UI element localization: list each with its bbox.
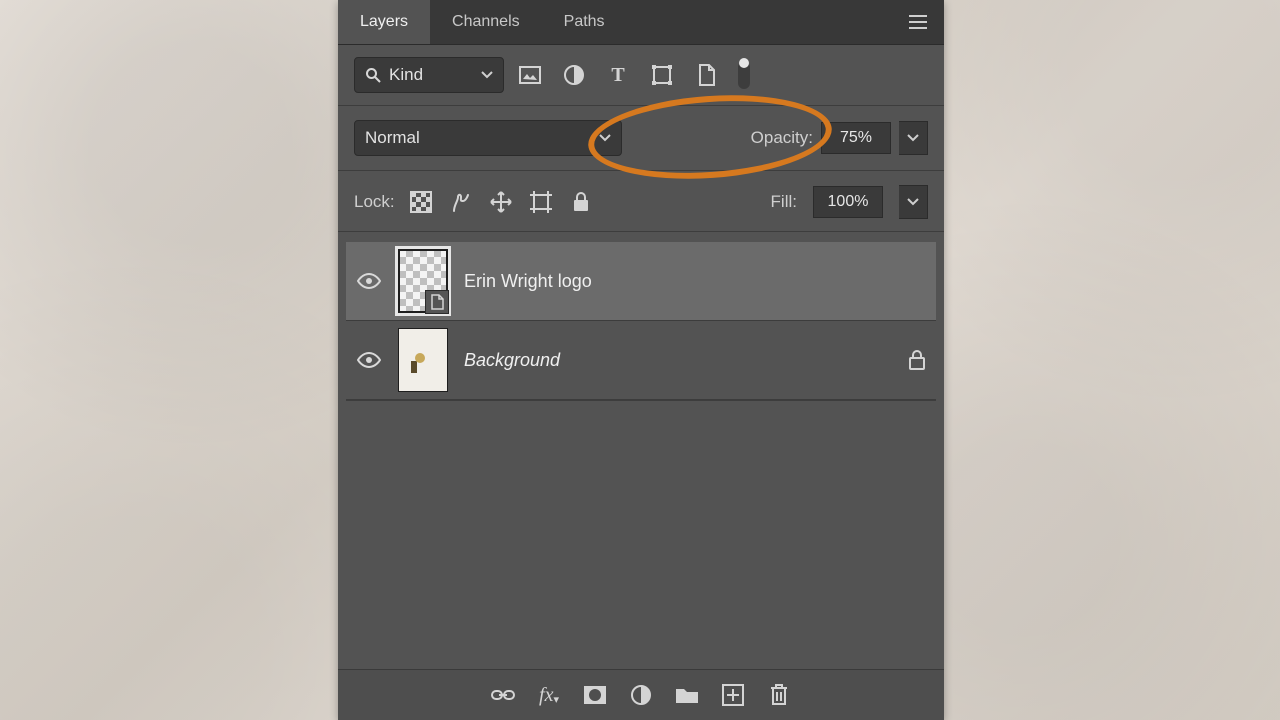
opacity-input[interactable]: 75%: [821, 122, 891, 154]
layer-thumbnail[interactable]: [398, 328, 448, 392]
layers-list: Erin Wright logo Background: [338, 232, 944, 401]
layer-lock-indicator: [908, 350, 926, 370]
chevron-down-icon: [599, 134, 611, 142]
link-layers-button[interactable]: [490, 682, 516, 708]
lock-transparency-icon[interactable]: [409, 190, 433, 214]
opacity-label: Opacity:: [751, 128, 813, 148]
lock-artboard-icon[interactable]: [529, 190, 553, 214]
new-adjustment-layer-button[interactable]: [628, 682, 654, 708]
blend-mode-value: Normal: [365, 128, 420, 148]
layer-row[interactable]: Erin Wright logo: [346, 242, 936, 321]
layer-row[interactable]: Background: [346, 321, 936, 400]
trash-icon: [769, 683, 789, 707]
visibility-toggle[interactable]: [356, 352, 382, 368]
panel-tabbar: Layers Channels Paths: [338, 0, 944, 45]
folder-icon: [675, 685, 699, 705]
adjustment-icon: [630, 684, 652, 706]
chevron-down-icon: [481, 71, 493, 79]
filter-pixel-icon[interactable]: [518, 63, 542, 87]
filter-row: Kind T: [338, 45, 944, 93]
lock-all-icon[interactable]: [569, 190, 593, 214]
tab-layers[interactable]: Layers: [338, 0, 430, 44]
new-group-button[interactable]: [674, 682, 700, 708]
filter-type-label: Kind: [389, 65, 423, 85]
layer-thumbnail[interactable]: [398, 249, 448, 313]
mask-icon: [583, 685, 607, 705]
panel-footer-toolbar: fx▾: [338, 669, 944, 720]
menu-icon: [909, 15, 927, 29]
search-icon: [365, 67, 381, 83]
layers-panel: Layers Channels Paths Kind T: [338, 0, 944, 720]
filter-toggle[interactable]: [738, 61, 750, 89]
tab-paths[interactable]: Paths: [542, 0, 627, 44]
layer-name[interactable]: Background: [464, 350, 560, 371]
eye-icon: [357, 352, 381, 368]
blend-mode-select[interactable]: Normal: [354, 120, 622, 156]
fill-dropdown-button[interactable]: [899, 185, 928, 219]
filter-shape-icon[interactable]: [650, 63, 674, 87]
filter-type-select[interactable]: Kind: [354, 57, 504, 93]
smartobject-badge: [425, 290, 449, 314]
plus-square-icon: [722, 684, 744, 706]
filter-icon-group: T: [518, 61, 750, 89]
filter-type-layer-icon[interactable]: T: [606, 63, 630, 87]
chevron-down-icon: [907, 198, 919, 206]
link-icon: [491, 688, 515, 702]
blend-opacity-row: Normal Opacity: 75%: [338, 106, 944, 156]
layer-style-button[interactable]: fx▾: [536, 682, 562, 708]
lock-position-icon[interactable]: [489, 190, 513, 214]
eye-icon: [357, 273, 381, 289]
add-mask-button[interactable]: [582, 682, 608, 708]
filter-adjustment-icon[interactable]: [562, 63, 586, 87]
layer-name[interactable]: Erin Wright logo: [464, 271, 592, 292]
visibility-toggle[interactable]: [356, 273, 382, 289]
opacity-control: Opacity: 75%: [751, 121, 928, 155]
lock-label: Lock:: [354, 192, 395, 212]
lock-icon: [908, 350, 926, 370]
svg-text:T: T: [611, 65, 625, 85]
fill-input[interactable]: 100%: [813, 186, 883, 218]
opacity-dropdown-button[interactable]: [899, 121, 928, 155]
filter-smartobject-icon[interactable]: [694, 63, 718, 87]
fill-label: Fill:: [771, 192, 797, 212]
tab-channels[interactable]: Channels: [430, 0, 542, 44]
delete-layer-button[interactable]: [766, 682, 792, 708]
panel-menu-button[interactable]: [906, 0, 930, 44]
filter-toggle-knob: [739, 58, 749, 68]
chevron-down-icon: [907, 134, 919, 142]
new-layer-button[interactable]: [720, 682, 746, 708]
lock-image-icon[interactable]: [449, 190, 473, 214]
lock-fill-row: Lock: Fill: 100%: [338, 171, 944, 219]
